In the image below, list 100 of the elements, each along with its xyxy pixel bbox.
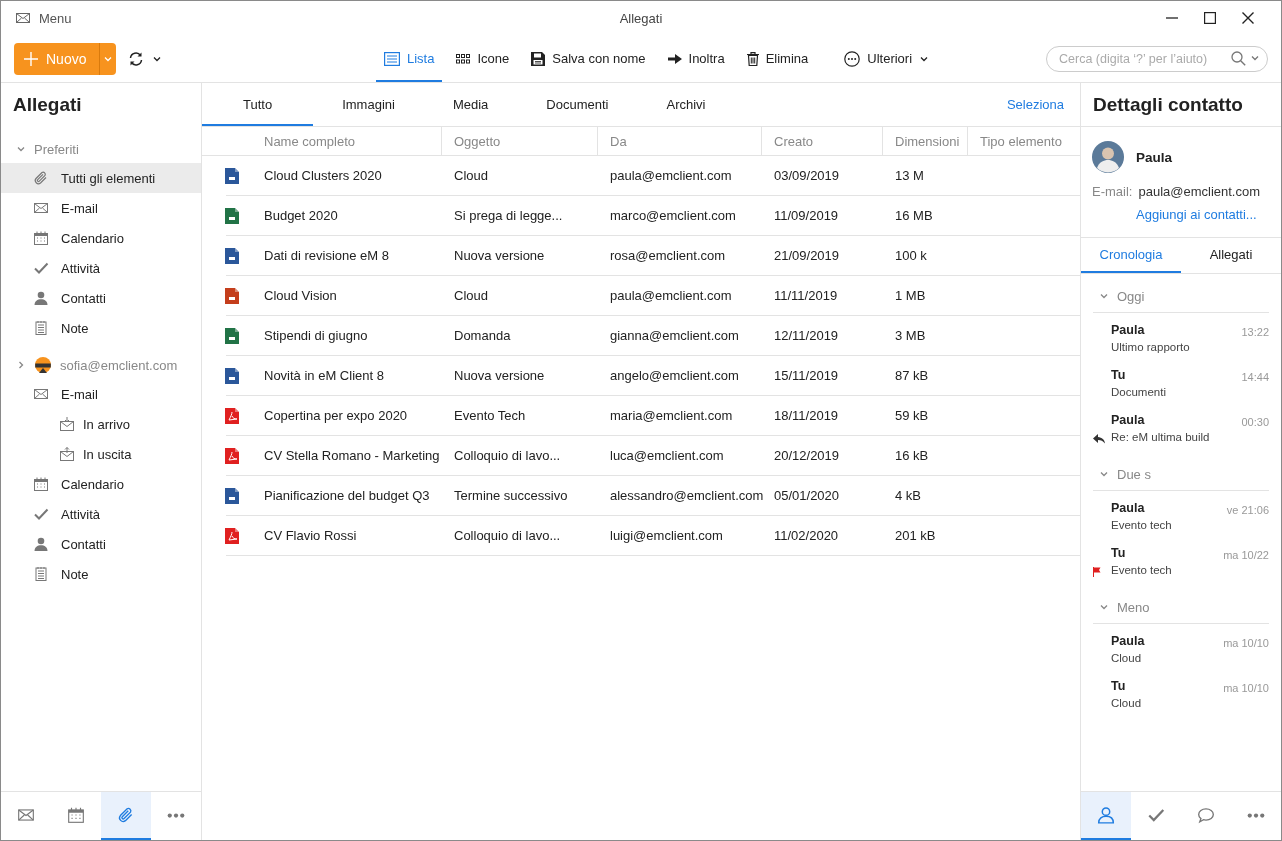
close-icon (1242, 12, 1254, 24)
avatar-icon (1092, 141, 1124, 173)
table-cell: paula@emclient.com (610, 288, 732, 303)
checkmark-icon (33, 506, 49, 522)
envelope-icon (15, 10, 31, 26)
sidebar-item[interactable]: E-mail (1, 379, 201, 409)
menu-button[interactable]: Menu (15, 10, 72, 26)
person-icon (1097, 806, 1115, 824)
person-icon (33, 290, 49, 306)
sender-name: Tu (1111, 545, 1127, 562)
pdf-icon (225, 447, 239, 464)
tab[interactable]: Allegati (1181, 238, 1281, 273)
toolbar-button[interactable]: Salva con nome (523, 35, 654, 82)
toolbar-button[interactable]: Icone (448, 35, 518, 82)
expand-chevron[interactable] (16, 144, 26, 154)
toolbar-button[interactable]: Lista (376, 35, 443, 82)
sidebar-section-header[interactable]: Preferiti (1, 135, 201, 163)
column-header[interactable]: Dimensioni (895, 133, 960, 149)
select-link[interactable]: Seleziona (1006, 97, 1064, 112)
toolbar-button[interactable]: Ulteriori (836, 35, 938, 82)
tab[interactable]: Archivi (637, 83, 735, 126)
field-label: E-mail: (1092, 184, 1133, 199)
word-document-icon (225, 487, 239, 504)
table-cell: 16 MB (895, 208, 933, 223)
table-cell: Colloquio di lavo... (454, 528, 561, 543)
message-subject: Ultimo rapporto (1111, 340, 1191, 355)
table-cell: Dati di revisione eM 8 (264, 248, 389, 263)
sidebar-item[interactable]: Note (1, 559, 201, 589)
sidebar-item[interactable]: In uscita (1, 439, 201, 469)
checkmark-icon (33, 260, 49, 276)
chevron-down-icon (1099, 469, 1109, 479)
sidebar-item[interactable]: Attività (1, 499, 201, 529)
search-field[interactable]: Cerca (digita ‘?’ per l’aiuto) (1046, 45, 1268, 72)
flag-icon (1093, 566, 1101, 577)
sidebar-section-header[interactable]: sofia@emclient.com (1, 351, 201, 379)
calendar-icon (67, 806, 85, 824)
email-address: paula@emclient.com (1138, 184, 1261, 199)
message-subject: Cloud (1111, 651, 1143, 666)
column-header[interactable]: Tipo elemento (980, 133, 1062, 149)
table-cell: alessandro@emclient.com (610, 488, 764, 503)
table-cell: 87 kB (895, 368, 929, 383)
message-time: 00:30 (1241, 415, 1269, 428)
trash-icon (746, 51, 759, 66)
tab[interactable]: Tutto (202, 83, 314, 126)
column-header[interactable]: Creato (774, 133, 814, 149)
arrow-right-icon (667, 52, 682, 65)
pdf-icon (225, 527, 239, 544)
grid-icon (456, 53, 471, 64)
message-time: 13:22 (1241, 325, 1269, 338)
message-time: ma 10/22 (1223, 548, 1269, 561)
sidebar-item[interactable]: Calendario (1, 223, 201, 253)
plus-icon (24, 51, 38, 66)
panel-title: Dettagli contatto (1093, 94, 1243, 117)
message-subject: Documenti (1111, 385, 1167, 400)
message-time: ma 10/10 (1223, 681, 1269, 694)
word-document-icon (225, 247, 239, 264)
sidebar-item[interactable]: Contatti (1, 283, 201, 313)
more-circle-icon (844, 50, 861, 67)
person-icon (33, 536, 49, 552)
note-icon (33, 320, 49, 336)
more-icon (166, 812, 186, 818)
sidebar-item[interactable]: Calendario (1, 469, 201, 499)
word-document-icon (225, 167, 239, 184)
table-cell: 11/11/2019 (774, 288, 838, 303)
table-cell: maria@emclient.com (610, 408, 733, 423)
account-avatar-icon (34, 356, 52, 374)
toolbar-button[interactable]: Inoltra (659, 35, 733, 82)
envelope-icon (33, 386, 49, 402)
spreadsheet-icon (225, 327, 239, 344)
table-cell: luca@emclient.com (610, 448, 724, 463)
expand-chevron[interactable] (16, 360, 26, 370)
table-cell: 3 MB (895, 328, 926, 343)
sidebar-item[interactable]: Attività (1, 253, 201, 283)
table-cell: gianna@emclient.com (610, 328, 739, 343)
add-contact-link[interactable]: Aggiungi ai contatti... (1136, 207, 1257, 222)
column-header[interactable]: Da (610, 133, 627, 149)
table-cell: CV Stella Romano - Marketing (264, 448, 440, 463)
toolbar-button[interactable]: Elimina (738, 35, 817, 82)
chevron-down-icon (1099, 602, 1109, 612)
nav-button[interactable] (101, 792, 151, 840)
sidebar-item[interactable]: Note (1, 313, 201, 343)
tab[interactable]: Media (423, 83, 518, 126)
envelope-icon (33, 200, 49, 216)
minimize-icon (1166, 17, 1178, 19)
nav-button[interactable] (1081, 792, 1131, 840)
sidebar-item[interactable]: Contatti (1, 529, 201, 559)
table-cell: Cloud Vision (264, 288, 337, 303)
column-header[interactable]: Name completo (264, 133, 356, 149)
sidebar-item[interactable]: Tutti gli elementi (1, 163, 201, 193)
tab[interactable]: Immagini (313, 83, 424, 126)
envelope-icon (17, 806, 35, 824)
sidebar-item[interactable]: In arrivo (1, 409, 201, 439)
maximize-icon (1204, 12, 1216, 24)
table-cell: 59 kB (895, 408, 929, 423)
sidebar-item[interactable]: E-mail (1, 193, 201, 223)
message-time: ma 10/10 (1223, 636, 1269, 649)
column-header[interactable]: Oggetto (454, 133, 501, 149)
tab[interactable]: Cronologia (1081, 238, 1181, 273)
tab[interactable]: Documenti (517, 83, 638, 126)
search-icon (1231, 50, 1246, 66)
